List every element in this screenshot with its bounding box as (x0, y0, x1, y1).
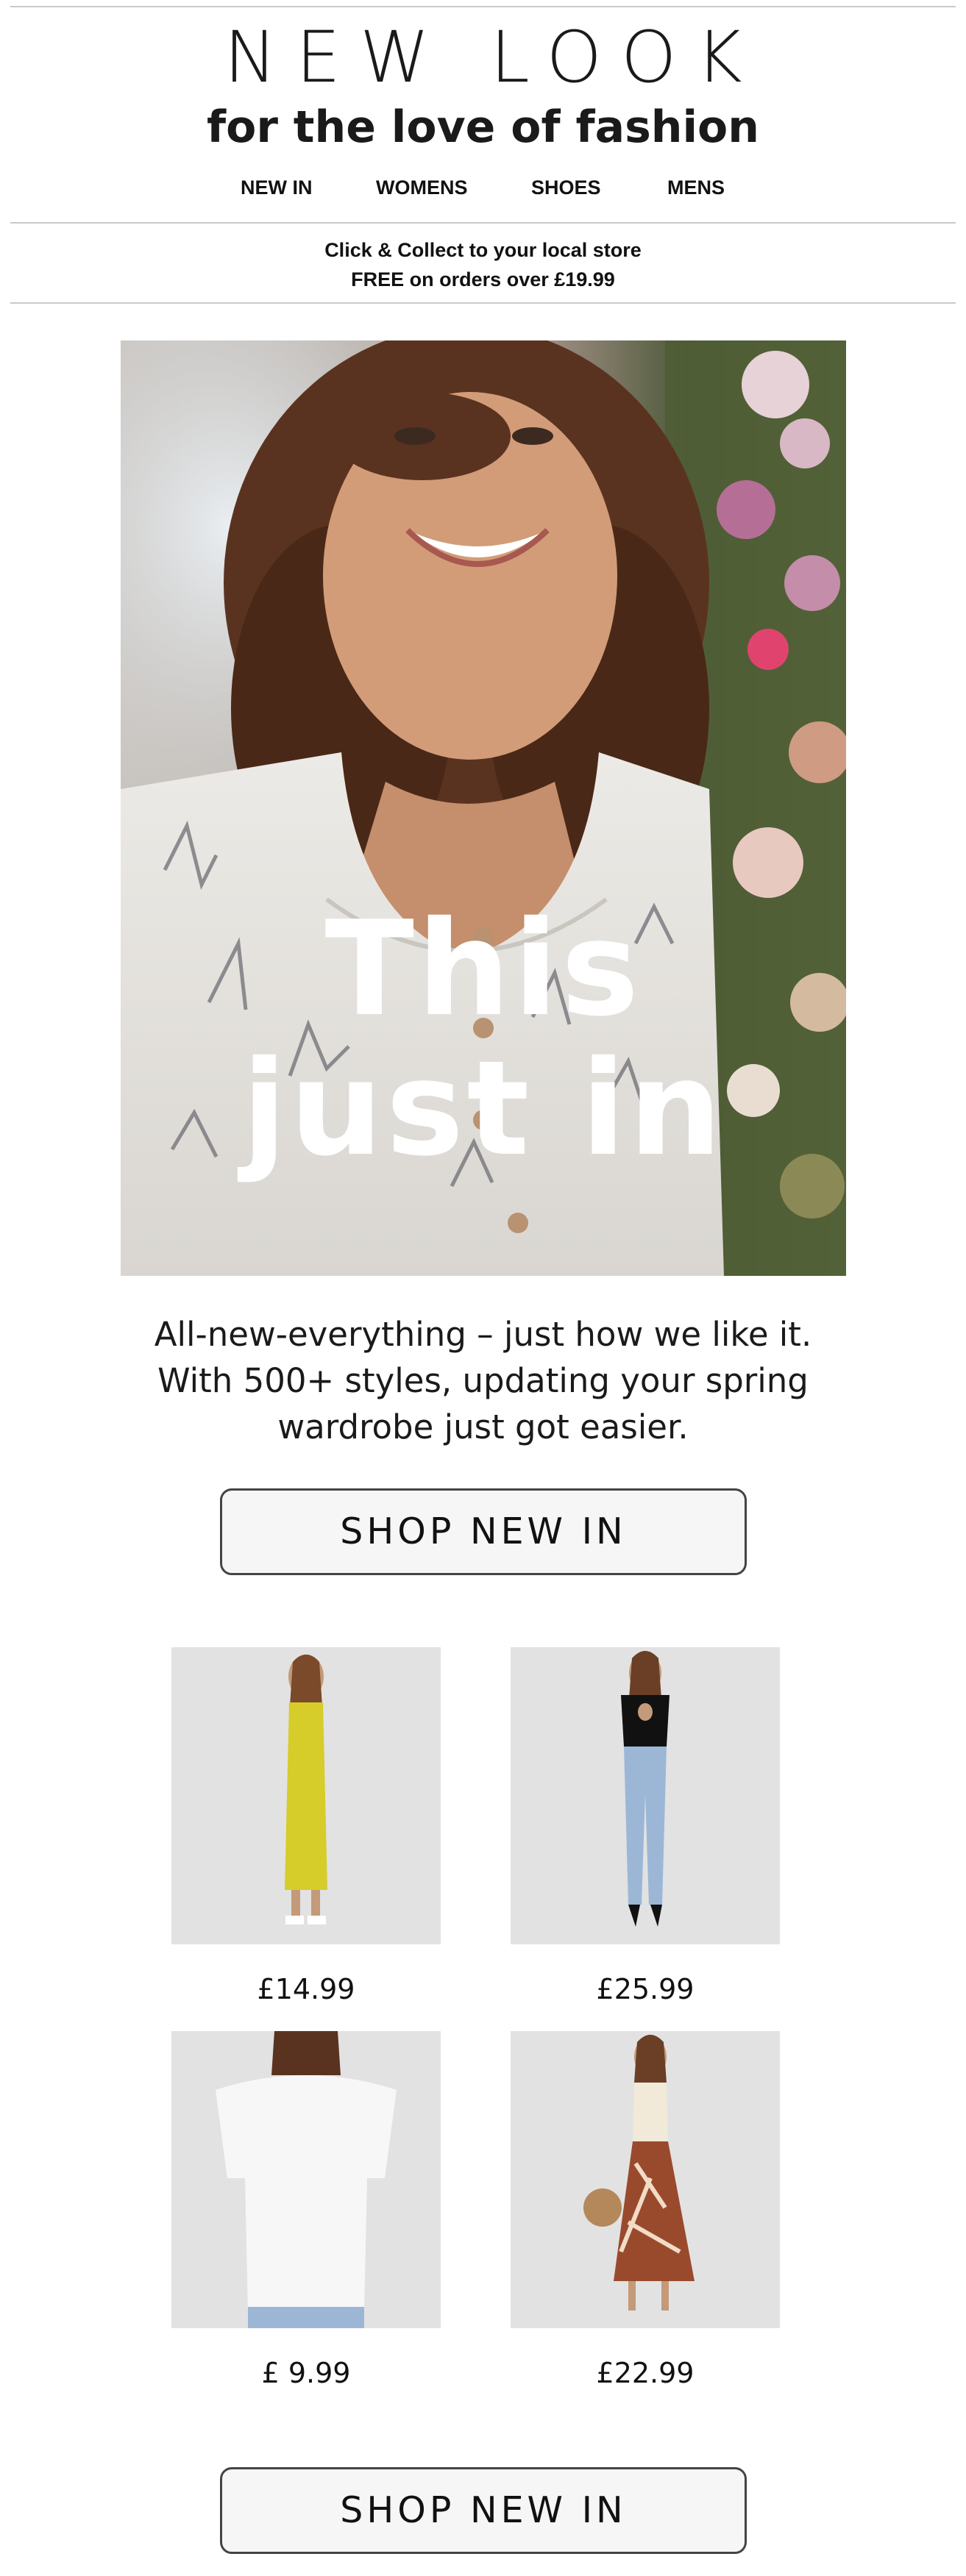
product-card-leaf-print-skirt[interactable] (511, 2031, 780, 2328)
nav-divider (10, 222, 956, 224)
hero-headline-line-1: This (324, 893, 642, 1045)
nav-new-in[interactable]: NEW IN (241, 176, 313, 199)
shop-new-in-button-top[interactable]: SHOP NEW IN (220, 1488, 747, 1575)
shop-new-in-button-bottom[interactable]: SHOP NEW IN (220, 2467, 747, 2554)
nav-mens[interactable]: MENS (667, 176, 725, 199)
intro-line-3: wardrobe just got easier. (277, 1407, 689, 1446)
hero-headline-line-2: just in (241, 1032, 725, 1185)
product-card-yellow-dress[interactable] (171, 1647, 441, 1944)
promo-line-1: Click & Collect to your local store (324, 239, 642, 261)
product-price-3: £ 9.99 (261, 2357, 351, 2389)
intro-line-1: All-new-everything – just how we like it… (154, 1315, 812, 1354)
product-price-4: £22.99 (596, 2357, 695, 2389)
intro-line-2: With 500+ styles, updating your spring (157, 1361, 809, 1400)
promo-banner[interactable]: Click & Collect to your local store FREE… (0, 235, 966, 294)
top-rule (10, 6, 956, 7)
hero-banner[interactable]: This just in (121, 340, 846, 1276)
hero-headline: This just in (121, 899, 846, 1179)
promo-divider (10, 302, 956, 304)
brand-tagline: for the love of fashion (207, 101, 759, 153)
product-card-white-tee[interactable] (171, 2031, 441, 2328)
nav-womens[interactable]: WOMENS (376, 176, 468, 199)
product-price-1: £14.99 (257, 1973, 355, 2005)
promo-line-2: FREE on orders over £19.99 (351, 268, 615, 290)
product-card-black-top-jeans[interactable] (511, 1647, 780, 1944)
brand-logo[interactable]: NEW LOOK (0, 16, 966, 99)
main-nav: NEW IN WOMENS SHOES MENS (0, 176, 966, 201)
nav-shoes[interactable]: SHOES (531, 176, 601, 199)
product-image-white-tee (171, 2031, 441, 2328)
intro-copy: All-new-everything – just how we like it… (0, 1311, 966, 1450)
product-image-black-top-jeans (511, 1647, 780, 1944)
product-image-yellow-dress (171, 1647, 441, 1944)
product-image-leaf-print-skirt (511, 2031, 780, 2328)
product-price-2: £25.99 (596, 1973, 695, 2005)
